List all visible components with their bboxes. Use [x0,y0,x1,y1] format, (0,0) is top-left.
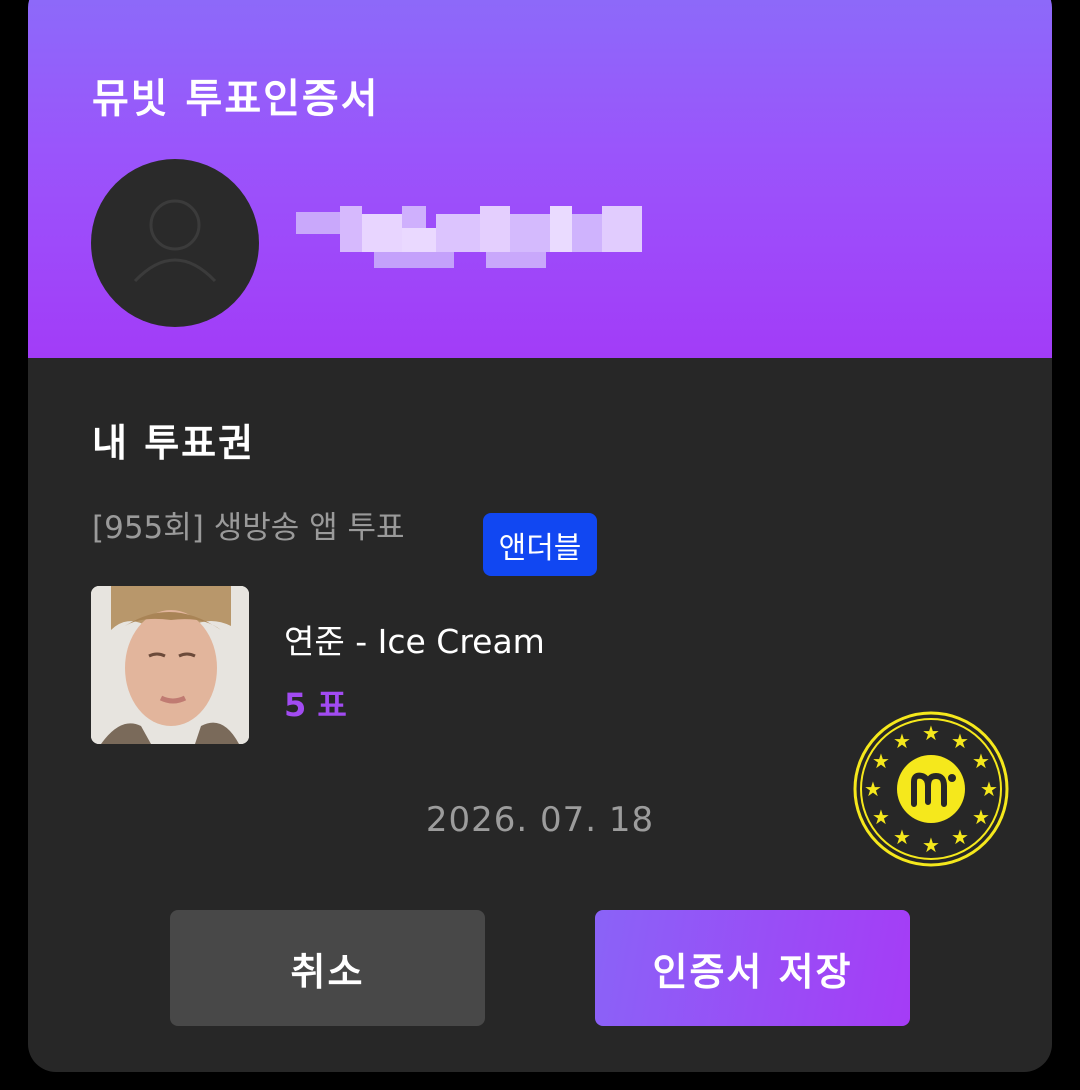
certificate-date: 2026. 07. 18 [425,800,655,840]
save-certificate-button[interactable]: 인증서 저장 [595,910,910,1026]
svg-text:★: ★ [922,721,940,745]
svg-text:★: ★ [972,749,990,773]
mubeat-seal-icon: ★ ★ ★ ★ ★ ★ ★ ★ ★ ★ ★ ★ [853,711,1009,867]
user-placeholder-icon [133,199,217,283]
certificate-title: 뮤빗 투표인증서 [92,76,380,122]
username-blurred [296,206,642,268]
certificate-card: 뮤빗 투표인증서 내 투표권 [955회] 생방송 앱 투표 앤더블 연준 - … [28,0,1052,1072]
vote-count: 5 표 [284,686,347,724]
artist-badge: 앤더블 [483,513,597,576]
vote-round-label: [955회] 생방송 앱 투표 [92,510,405,546]
svg-text:★: ★ [980,777,998,801]
certificate-header: 뮤빗 투표인증서 [28,0,1052,358]
svg-text:★: ★ [893,729,911,753]
my-votes-title: 내 투표권 [92,421,256,465]
svg-text:★: ★ [951,729,969,753]
svg-text:★: ★ [864,777,882,801]
song-title: 연준 - Ice Cream [284,622,545,661]
avatar [91,159,259,327]
album-cover [91,586,249,744]
svg-text:★: ★ [872,749,890,773]
cancel-button[interactable]: 취소 [170,910,485,1026]
